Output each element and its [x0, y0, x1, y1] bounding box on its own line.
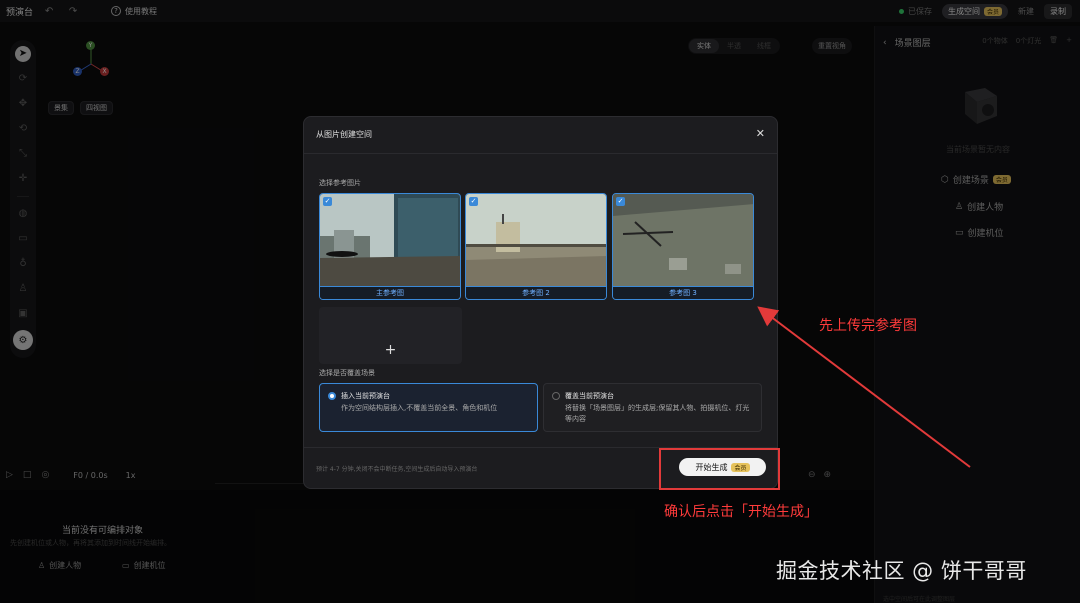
start-button-highlight — [659, 448, 780, 490]
annotation-arrow-icon — [757, 306, 971, 468]
watermark: 掘金技术社区 @ 饼干哥哥 — [776, 559, 1027, 583]
upload-annotation: 先上传完参考图 — [819, 318, 917, 334]
confirm-annotation: 确认后点击「开始生成」 — [664, 504, 818, 520]
